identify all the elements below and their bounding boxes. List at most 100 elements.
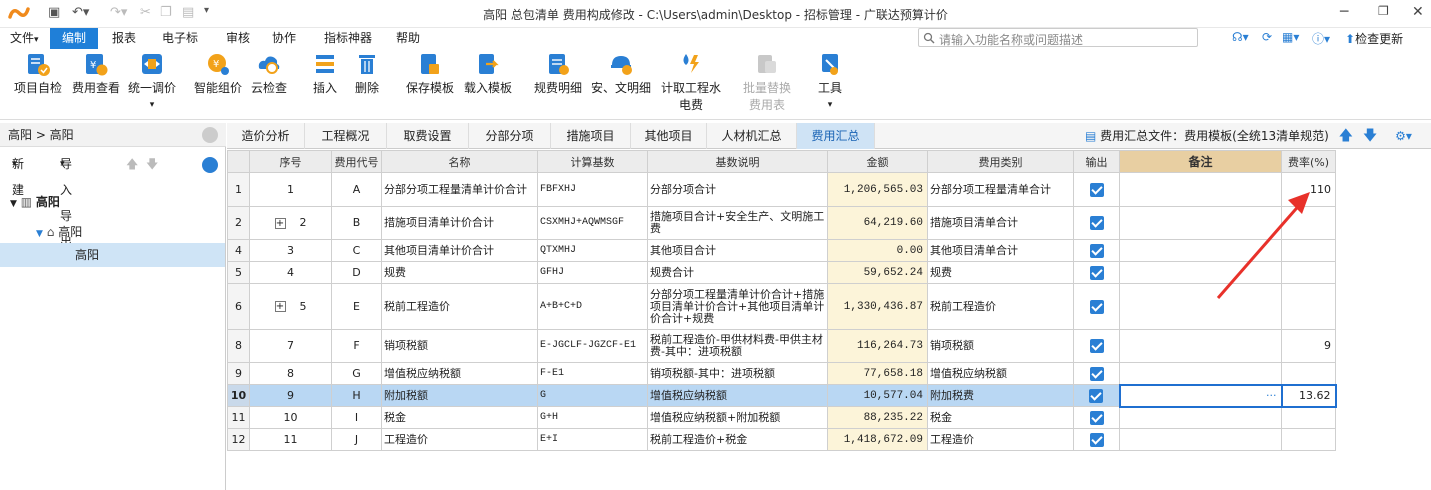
base-desc-cell[interactable]: 增值税应纳税额+附加税额: [647, 406, 828, 429]
base-cell[interactable]: FBFXHJ: [537, 172, 648, 207]
code-cell[interactable]: B: [331, 206, 382, 240]
remark-cell[interactable]: [1119, 329, 1282, 363]
tab-other-items[interactable]: 其他项目: [631, 123, 707, 149]
table-row[interactable]: 6 +5 E 税前工程造价 A+B+C+D 分部分项工程量清单计价合计+措施项目清单计价合…: [227, 283, 1336, 330]
base-desc-cell[interactable]: 分部分项工程量清单计价合计+措施项目清单计价合计+其他项目清单计价合计+规费: [647, 283, 828, 330]
row-index[interactable]: 5: [227, 261, 250, 284]
batch-replace-fee-table-button[interactable]: 批量替换 费用表: [738, 51, 796, 113]
category-cell[interactable]: 工程造价: [927, 428, 1074, 451]
code-cell[interactable]: C: [331, 239, 382, 262]
name-cell[interactable]: 分部分项工程量清单计价合计: [381, 172, 538, 207]
output-cell[interactable]: [1073, 239, 1120, 262]
output-cell[interactable]: [1073, 362, 1120, 385]
expand-icon[interactable]: +: [274, 217, 286, 229]
seq-cell[interactable]: 7: [249, 329, 332, 363]
table-row[interactable]: 9 8 G 增值税应纳税额 F-E1 销项税额-其中：进项税额 77,658.18 增值税应纳…: [227, 362, 1336, 385]
remark-cell[interactable]: ···: [1118, 383, 1283, 408]
download-icon[interactable]: [202, 157, 218, 173]
rate-cell[interactable]: 13.62: [1280, 383, 1337, 408]
move-down-icon[interactable]: 🡇: [146, 151, 158, 177]
arrow-up-icon[interactable]: 🡅: [1339, 128, 1353, 144]
output-cell[interactable]: [1073, 206, 1120, 240]
cloud-check-button[interactable]: 云检查: [246, 51, 292, 96]
seq-cell[interactable]: +5: [249, 283, 332, 330]
remark-cell[interactable]: [1119, 362, 1282, 385]
name-cell[interactable]: 规费: [381, 261, 538, 284]
name-cell[interactable]: 措施项目清单计价合计: [381, 206, 538, 240]
tab-fee-settings[interactable]: 取费设置: [387, 123, 469, 149]
base-desc-cell[interactable]: 税前工程造价+税金: [647, 428, 828, 451]
menu-edit[interactable]: 编制: [50, 28, 98, 49]
output-cell[interactable]: [1073, 384, 1120, 407]
category-cell[interactable]: 税前工程造价: [927, 283, 1074, 330]
menu-indicator[interactable]: 指标神器: [316, 28, 380, 49]
output-cell[interactable]: [1073, 428, 1120, 451]
table-row[interactable]: 5 4 D 规费 GFHJ 规费合计 59,652.24 规费: [227, 261, 1336, 284]
base-cell[interactable]: G+H: [537, 406, 648, 429]
search-input[interactable]: 请输入功能名称或问题描述: [918, 28, 1198, 47]
base-desc-cell[interactable]: 增值税应纳税额: [647, 384, 828, 407]
menu-e-bid[interactable]: 电子标: [154, 28, 206, 49]
insert-button[interactable]: 插入: [306, 51, 344, 96]
header-base-desc[interactable]: 基数说明: [647, 150, 828, 173]
base-cell[interactable]: G: [537, 384, 648, 407]
output-cell[interactable]: [1073, 172, 1120, 207]
base-desc-cell[interactable]: 规费合计: [647, 261, 828, 284]
header-output[interactable]: 输出: [1073, 150, 1120, 173]
row-index[interactable]: 6: [227, 283, 250, 330]
settings-icon[interactable]: ⚙▾: [1395, 129, 1412, 143]
category-cell[interactable]: 其他项目清单合计: [927, 239, 1074, 262]
base-cell[interactable]: QTXMHJ: [537, 239, 648, 262]
output-cell[interactable]: [1073, 406, 1120, 429]
smart-pricing-button[interactable]: ¥ 智能组价: [190, 51, 246, 96]
category-cell[interactable]: 销项税额: [927, 329, 1074, 363]
rate-cell[interactable]: [1281, 428, 1336, 451]
category-cell[interactable]: 增值税应纳税额: [927, 362, 1074, 385]
menu-collab[interactable]: 协作: [264, 28, 304, 49]
header-name[interactable]: 名称: [381, 150, 538, 173]
rate-cell[interactable]: [1281, 362, 1336, 385]
seq-cell[interactable]: 4: [249, 261, 332, 284]
output-cell[interactable]: [1073, 329, 1120, 363]
table-row[interactable]: 2 +2 B 措施项目清单计价合计 CSXMHJ+AQWMSGF 措施项目合计+安全生产、…: [227, 206, 1336, 240]
menu-report[interactable]: 报表: [104, 28, 144, 49]
base-cell[interactable]: A+B+C+D: [537, 283, 648, 330]
output-cell[interactable]: [1073, 283, 1120, 330]
check-update-button[interactable]: ⬆检查更新: [1345, 30, 1403, 47]
seq-cell[interactable]: 1: [249, 172, 332, 207]
tab-divisional-items[interactable]: 分部分项: [469, 123, 551, 149]
seq-cell[interactable]: 10: [249, 406, 332, 429]
output-checkbox[interactable]: [1089, 216, 1104, 230]
table-row[interactable]: 12 11 J 工程造价 E+I 税前工程造价+税金 1,418,672.09 工程造价: [227, 428, 1336, 451]
tree-node-unit[interactable]: 高阳: [0, 243, 225, 267]
output-cell[interactable]: [1073, 261, 1120, 284]
close-icon[interactable]: ✕: [1412, 4, 1424, 20]
table-row[interactable]: 4 3 C 其他项目清单计价合计 QTXMHJ 其他项目合计 0.00 其他项目清单合计: [227, 239, 1336, 262]
tab-fee-summary[interactable]: 费用汇总: [797, 123, 875, 149]
water-electric-fee-button[interactable]: 计取工程水 电费: [656, 51, 726, 113]
menu-help[interactable]: 帮助: [388, 28, 428, 49]
output-checkbox[interactable]: [1089, 366, 1104, 381]
info-icon[interactable]: ⓘ▾: [1312, 30, 1330, 47]
code-cell[interactable]: G: [331, 362, 382, 385]
arrow-down-icon[interactable]: 🡇: [1363, 128, 1377, 144]
cost-view-button[interactable]: ¥ 费用查看: [68, 51, 124, 96]
base-desc-cell[interactable]: 税前工程造价-甲供材料费-甲供主材费-其中：进项税额: [647, 329, 828, 363]
output-checkbox[interactable]: [1089, 243, 1104, 258]
output-checkbox[interactable]: [1089, 388, 1104, 403]
name-cell[interactable]: 税金: [381, 406, 538, 429]
minimize-icon[interactable]: ─: [1340, 4, 1348, 20]
base-desc-cell[interactable]: 措施项目合计+安全生产、文明施工费: [647, 206, 828, 240]
expand-icon[interactable]: +: [274, 301, 286, 312]
row-index[interactable]: 12: [227, 428, 250, 451]
code-cell[interactable]: E: [331, 283, 382, 330]
name-cell[interactable]: 其他项目清单计价合计: [381, 239, 538, 262]
delete-button[interactable]: 删除: [348, 51, 386, 96]
output-checkbox[interactable]: [1089, 182, 1104, 197]
row-index[interactable]: 10: [227, 384, 250, 407]
base-cell[interactable]: CSXMHJ+AQWMSGF: [537, 206, 648, 240]
category-cell[interactable]: 税金: [927, 406, 1074, 429]
row-index[interactable]: 2: [227, 206, 250, 240]
output-checkbox[interactable]: [1089, 339, 1104, 353]
collapse-panel-icon[interactable]: [202, 127, 218, 143]
